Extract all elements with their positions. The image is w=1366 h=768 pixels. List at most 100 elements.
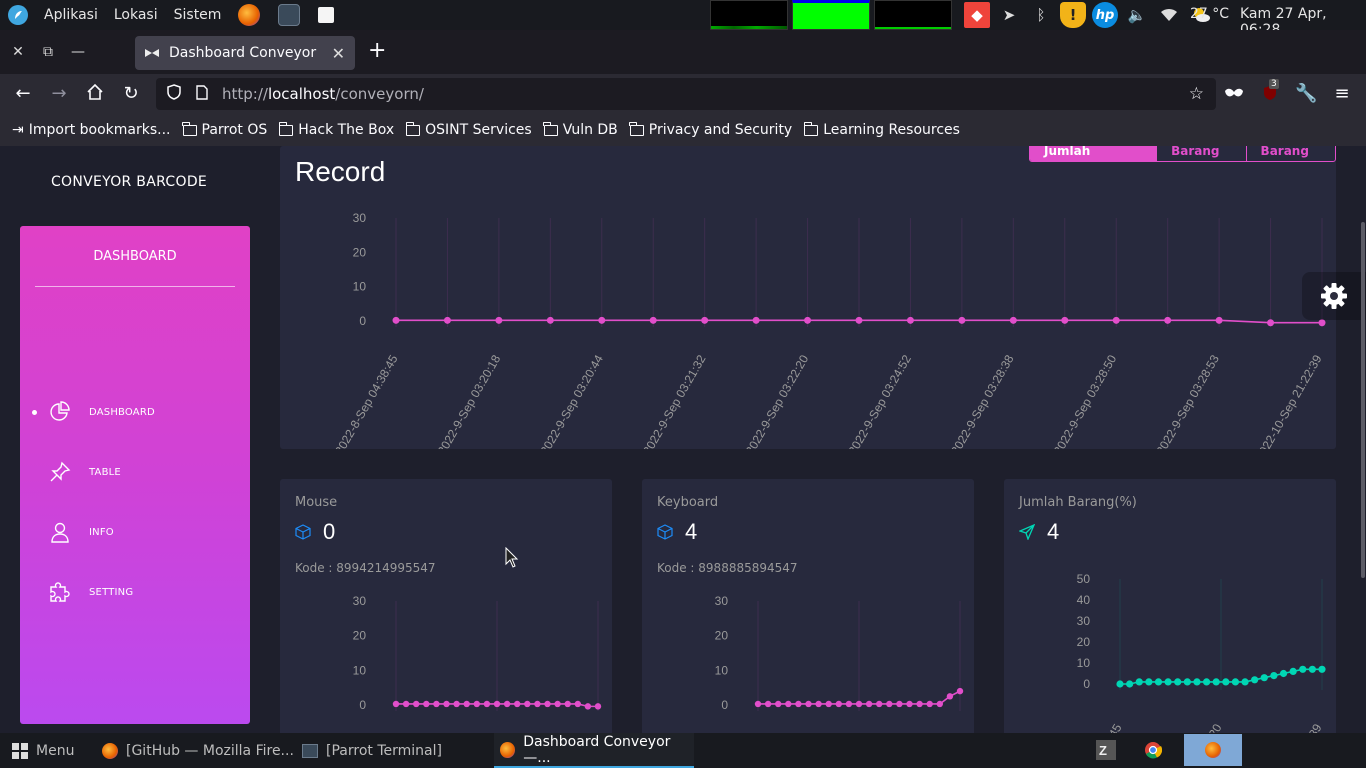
sidebar-item-dashboard[interactable]: DASHBOARD <box>20 392 250 432</box>
data-point <box>926 700 933 708</box>
sidebar-item-setting[interactable]: SETTING <box>20 572 250 612</box>
data-point <box>775 700 782 708</box>
notes-icon[interactable] <box>318 7 334 23</box>
update-shield-icon[interactable]: ! <box>1060 2 1086 28</box>
mouse-line-chart[interactable]: 0 10 20 30 <box>280 479 612 733</box>
record-line-chart[interactable]: 0 10 20 30 2022-8-Sep 04:38:45 2022-9-Sep 03:… <box>280 146 1336 449</box>
keyboard-line-chart[interactable]: 0 10 20 30 <box>642 479 974 733</box>
data-point <box>546 316 554 324</box>
data-point <box>936 700 943 708</box>
tab-dashboard-conveyor[interactable]: Dashboard Conveyor ✕ <box>135 36 355 70</box>
start-menu-button[interactable]: Menu <box>12 733 74 768</box>
quick-launch <box>238 4 334 26</box>
task-github-firefox[interactable]: [GitHub — Mozilla Fire... <box>102 733 294 768</box>
bookmark-star-icon[interactable]: ☆ <box>1189 84 1204 104</box>
telegram-icon[interactable]: ➤ <box>996 2 1022 28</box>
chrome-icon[interactable] <box>1124 734 1182 766</box>
new-tab-button[interactable]: + <box>368 40 386 62</box>
hp-printer-icon[interactable]: hp <box>1092 2 1118 28</box>
bookmark-folder-learning[interactable]: Learning Resources <box>803 121 960 138</box>
task-parrot-terminal[interactable]: [Parrot Terminal] <box>302 733 442 768</box>
data-point <box>423 700 430 708</box>
sidebar-title[interactable]: DASHBOARD <box>20 249 250 264</box>
anydesk-icon[interactable]: ◆ <box>964 2 990 28</box>
hamburger-menu-icon[interactable]: ≡ <box>1331 83 1353 105</box>
data-point <box>1183 678 1191 686</box>
data-point <box>825 700 832 708</box>
data-point <box>785 700 792 708</box>
wifi-icon[interactable] <box>1156 2 1182 28</box>
y-tick-label: 30 <box>353 211 367 225</box>
cpu-monitor <box>710 0 788 30</box>
os-menu-aplikasi[interactable]: Aplikasi <box>44 7 98 23</box>
jumlah-line-chart[interactable]: 0 10 20 30 40 50 38:45 22:20 22:39 <box>1004 479 1336 733</box>
page-info-icon[interactable] <box>194 84 210 104</box>
data-point <box>835 700 842 708</box>
url-text[interactable]: http://localhost/conveyorn/ <box>222 85 424 103</box>
home-icon[interactable] <box>84 83 106 105</box>
data-point <box>946 693 954 700</box>
close-window-icon[interactable]: ✕ <box>8 42 28 62</box>
page-scrollbar[interactable] <box>1361 222 1365 578</box>
sidebar-item-info[interactable]: INFO <box>20 512 250 552</box>
task-dashboard-conveyor[interactable]: Dashboard Conveyor —... <box>494 733 694 768</box>
data-point <box>1135 678 1143 686</box>
chart-pie-icon <box>50 401 70 421</box>
bookmark-folder-privacy[interactable]: Privacy and Security <box>629 121 792 138</box>
sidebar-item-table[interactable]: TABLE <box>20 452 250 492</box>
task-label: [GitHub — Mozilla Fire... <box>126 742 294 759</box>
os-menu-lokasi[interactable]: Lokasi <box>114 7 158 23</box>
forward-icon[interactable]: → <box>48 83 70 105</box>
reload-icon[interactable]: ↻ <box>120 83 142 105</box>
bookmark-folder-vuln-db[interactable]: Vuln DB <box>543 121 618 138</box>
minimize-window-icon[interactable]: — <box>68 42 88 62</box>
bookmark-folder-parrot-os[interactable]: Parrot OS <box>182 121 267 138</box>
firefox-dock-icon[interactable] <box>1184 734 1242 766</box>
pin-icon <box>50 461 71 482</box>
data-point <box>443 316 451 324</box>
data-point <box>754 700 762 708</box>
browser-tab-bar: ✕ ⧉ — Dashboard Conveyor ✕ + <box>0 30 1366 74</box>
x-tick-label: 2022-9-Sep 03:24:52 <box>845 352 914 449</box>
back-icon[interactable]: ← <box>12 83 34 105</box>
firefox-icon <box>1205 742 1221 758</box>
settings-gear-button[interactable] <box>1302 272 1366 320</box>
data-point <box>1260 674 1268 682</box>
sidebar-brand[interactable]: CONVEYOR BARCODE <box>0 174 258 190</box>
bookmark-folder-osint[interactable]: OSINT Services <box>405 121 532 138</box>
mask-extension-icon[interactable] <box>1223 83 1245 105</box>
data-point <box>495 316 503 324</box>
y-tick-label: 30 <box>353 594 367 608</box>
data-point <box>752 316 760 324</box>
tracking-shield-icon[interactable] <box>166 84 182 104</box>
parrot-logo-icon[interactable] <box>8 5 28 25</box>
url-bar[interactable]: http://localhost/conveyorn/ ☆ <box>156 78 1216 110</box>
terminal-icon[interactable] <box>278 4 300 26</box>
data-point <box>1154 678 1163 686</box>
ublock-extension-icon[interactable]: 3 <box>1259 79 1281 105</box>
os-menu-sistem[interactable]: Sistem <box>174 7 222 23</box>
wrench-icon[interactable]: 🔧 <box>1295 83 1317 105</box>
bookmark-folder-hack-the-box[interactable]: Hack The Box <box>278 121 395 138</box>
bookmark-import[interactable]: ⇥ Import bookmarks... <box>12 122 171 138</box>
data-point <box>855 316 863 324</box>
data-point <box>804 316 812 324</box>
bluetooth-icon[interactable]: ᛒ <box>1028 2 1054 28</box>
y-tick-label: 10 <box>353 663 367 677</box>
folder-icon <box>182 121 197 136</box>
data-point <box>1126 680 1134 688</box>
weather-temperature[interactable]: 27 °C <box>1190 6 1229 22</box>
firefox-icon <box>102 742 118 759</box>
filezilla-icon[interactable]: Z <box>1094 734 1118 766</box>
bookmark-label: Hack The Box <box>298 122 395 138</box>
volume-icon[interactable]: 🔈 <box>1124 2 1150 28</box>
data-point <box>1299 665 1307 673</box>
y-tick-label: 10 <box>353 280 367 294</box>
x-tick-label: 2022-9-Sep 03:28:53 <box>1153 352 1222 449</box>
data-point <box>865 700 873 708</box>
data-point <box>598 316 606 324</box>
bookmark-label: Learning Resources <box>823 122 960 138</box>
tab-close-icon[interactable]: ✕ <box>332 44 345 63</box>
restore-window-icon[interactable]: ⧉ <box>38 42 58 62</box>
firefox-icon[interactable] <box>238 4 260 26</box>
